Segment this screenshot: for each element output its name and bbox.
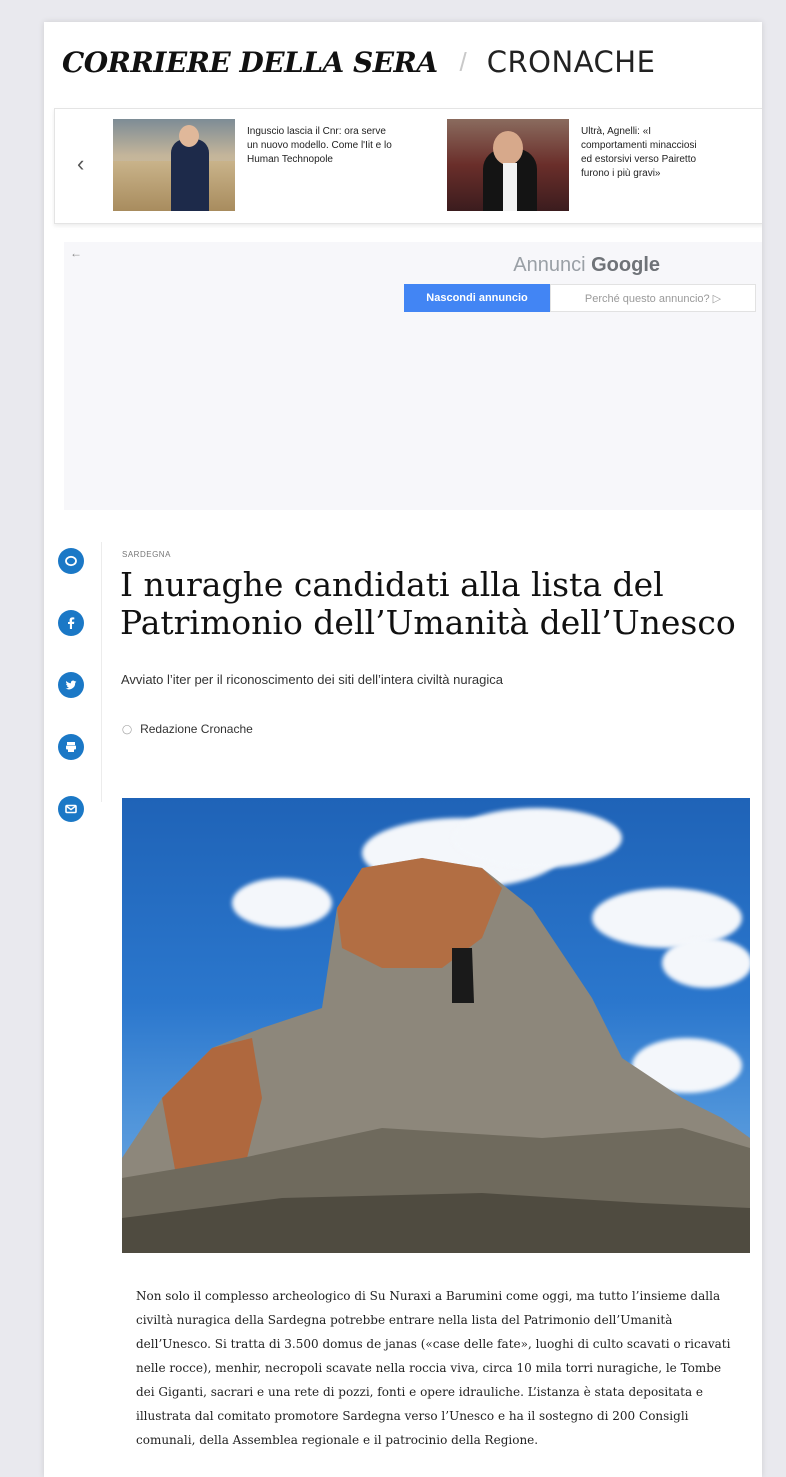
pen-icon: ◯ <box>122 723 133 734</box>
chevron-left-icon[interactable]: ‹ <box>77 151 84 177</box>
carousel-thumbnail[interactable] <box>113 119 235 211</box>
ad-label-prefix: Annunci <box>513 254 586 276</box>
article-subtitle: Avviato l’iter per il riconoscimento dei… <box>121 672 503 687</box>
arrow-left-icon[interactable]: ← <box>70 246 82 260</box>
carousel-item-title[interactable]: Ultrà, Agnelli: «I comportamenti minacci… <box>581 125 709 211</box>
article-title: I nuraghe candidati alla lista del Patri… <box>120 565 736 642</box>
site-logo[interactable]: CORRIERE DELLA SERA <box>62 46 438 79</box>
carousel-thumbnail[interactable] <box>447 119 569 211</box>
comment-icon[interactable] <box>58 548 84 574</box>
facebook-icon[interactable] <box>58 610 84 636</box>
article-author: ◯ Redazione Cronache <box>122 722 253 736</box>
carousel-item-title[interactable]: Inguscio lascia il Cnr: ora serve un nuo… <box>247 125 397 211</box>
article-kicker[interactable]: SARDEGNA <box>122 550 171 559</box>
twitter-icon[interactable] <box>58 672 84 698</box>
header-separator: / <box>459 46 467 77</box>
why-this-ad-button[interactable]: Perché questo annuncio? ▷ <box>550 284 756 312</box>
article-body: Non solo il complesso archeologico di Su… <box>136 1289 731 1447</box>
ad-container: ← Annunci Google Nascondi annuncio Perch… <box>64 242 762 510</box>
page: CORRIERE DELLA SERA / CRONACHE ‹ Ingusci… <box>44 22 762 1477</box>
section-title[interactable]: CRONACHE <box>487 45 656 79</box>
email-icon[interactable] <box>58 796 84 822</box>
related-carousel: ‹ Inguscio lascia il Cnr: ora serve un n… <box>54 108 762 224</box>
carousel-item[interactable]: Ultrà, Agnelli: «I comportamenti minacci… <box>447 119 709 211</box>
masthead: CORRIERE DELLA SERA / CRONACHE <box>62 40 655 84</box>
hide-ad-button[interactable]: Nascondi annuncio <box>404 284 550 312</box>
author-name[interactable]: Redazione Cronache <box>140 722 253 736</box>
ad-label: Annunci Google <box>513 254 660 277</box>
share-rail-divider <box>101 542 102 802</box>
article-hero-image[interactable] <box>122 798 750 1253</box>
print-icon[interactable] <box>58 734 84 760</box>
carousel-item[interactable]: Inguscio lascia il Cnr: ora serve un nuo… <box>113 119 397 211</box>
google-brand: Google <box>591 254 660 276</box>
share-rail <box>58 548 90 858</box>
